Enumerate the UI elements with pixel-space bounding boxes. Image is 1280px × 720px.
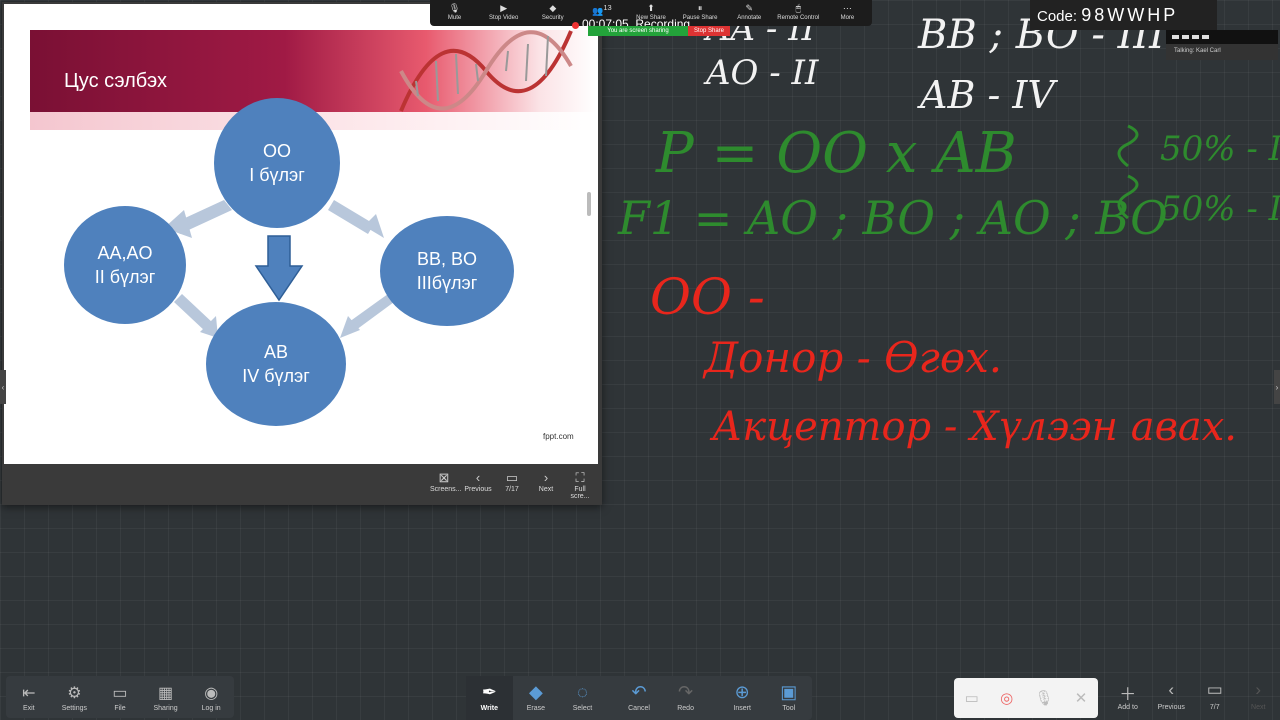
microphone-icon[interactable]: 🎙 [1034,689,1053,707]
shield-icon: ◆ [549,3,557,13]
ink-red-3: Акцептор - Хүлээн авах. [709,404,1237,450]
talking-panel: Talking: Kael Carl [1166,30,1278,60]
node-aa-ao-group-2: AA,AO II бүлэг [64,206,186,324]
grid-icon: ▦ [158,685,174,702]
next-page-button[interactable]: › Next [1237,678,1280,718]
ink-green-4: 50% - III [1160,189,1280,229]
ink-red-1: OO - [650,268,765,326]
slide-window: Цус сэлбэх OO I бүлэг AA,AO II бүлэг BB,… [2,2,602,505]
participants-icon: 👥13 [592,3,612,16]
node-bb-bo-group-3: BB, BO IIIбүлэг [380,216,514,326]
plus-icon: ＋ [1119,685,1137,704]
slide-previous-button[interactable]: ‹ Previous [464,470,492,500]
pen-icon: ✒ [481,682,497,702]
left-edge-handle[interactable]: ‹ [0,370,6,404]
remote-control-button[interactable]: 🖱 Remote Control [774,0,823,26]
toolbox-icon: ▣ [780,682,798,702]
lasso-icon: ◌ [577,682,588,702]
screen-sharing-banner: You are screen sharing [588,26,688,36]
ink-green-3: 50% - II [1160,129,1280,169]
video-camera-icon[interactable]: ▭ [965,689,979,707]
video-camera-icon: ▶ [500,3,508,13]
ink-white-4: AB - IV [917,73,1058,117]
user-icon: ◉ [204,685,219,702]
insert-button[interactable]: ⊕ Insert [719,676,766,720]
fullscreen-icon: ⛶ [575,470,585,485]
pause-icon: ⏸ [697,3,703,13]
talking-indicator: Talking: Kael Carl [1174,48,1221,54]
ellipsis-icon: ⋯ [842,3,852,13]
previous-page-button[interactable]: ‹ Previous [1150,678,1194,718]
record-stop-icon[interactable]: ◎ [1000,689,1013,707]
chevron-left-icon: ‹ [475,470,481,485]
select-tool[interactable]: ◌ Select [559,676,606,720]
recording-panel: ▭ ◎ 🎙 ✕ [954,678,1098,718]
annotate-button[interactable]: ✎ Annotate [725,0,774,26]
bottom-left-toolbar: ⇤ Exit ⚙ Settings ▭ File ▦ Sharing ◉ Log in [6,676,234,718]
ink-green-2: F1 = AO ; BO ; AO ; BO [617,191,1168,245]
slide-next-button[interactable]: › Next [532,470,560,500]
ink-green-1: P = OO x AB [655,121,1017,186]
undo-icon: ↶ [631,682,647,702]
chevron-right-icon: › [1255,680,1262,699]
node-ab-group-4: AB IV бүлэг [206,302,346,426]
drawing-toolbar: ✒ Write ◆ Erase ◌ Select ↶ Cancel ↷ Redo ⊕ Ins… [466,676,812,720]
screenshot-button[interactable]: ⊠ Screens... [430,470,462,500]
redo-button[interactable]: ↷ Redo [662,676,709,720]
mouse-icon: 🖱 [795,3,802,13]
ink-red-2: Донор - Өгөх. [702,333,1002,382]
ink-white-2: AO - II [703,53,819,93]
right-edge-handle[interactable]: › [1274,370,1280,404]
chevron-left-icon: ‹ [1168,680,1175,699]
stop-share-button[interactable]: Stop Share [688,26,730,36]
page-navigation: ＋ Add to ‹ Previous ▭ 7/7 › Next [1106,678,1280,718]
redo-icon: ↷ [678,682,694,702]
gear-icon: ⚙ [67,685,82,702]
page-indicator[interactable]: ▭ 7/7 [1193,678,1237,718]
undo-button[interactable]: ↶ Cancel [616,676,663,720]
exit-button[interactable]: ⇤ Exit [6,676,52,718]
fullscreen-button[interactable]: ⛶ Full scre... [566,470,594,500]
pages-icon: ▭ [505,470,519,485]
microphone-icon: 🎙 [448,3,461,13]
folder-icon: ▭ [112,685,128,702]
exit-icon: ⇤ [22,685,36,702]
login-button[interactable]: ◉ Log in [188,676,234,718]
view-switcher[interactable] [1166,30,1278,44]
file-button[interactable]: ▭ File [97,676,143,718]
slide: Цус сэлбэх OO I бүлэг AA,AO II бүлэг BB,… [4,4,598,464]
meeting-code: Code: 98WWHP [1030,0,1217,30]
slide-scrollbar[interactable] [587,192,591,216]
slide-controls: ⊠ Screens... ‹ Previous ▭ 7/17 › Next ⛶ Full … [430,470,594,500]
share-screen-icon: ⬆ [647,3,655,13]
close-icon[interactable]: ✕ [1075,689,1088,707]
chevron-right-icon: › [543,470,549,485]
node-oo-group-1: OO I бүлэг [214,98,340,228]
more-button[interactable]: ⋯ More [823,0,872,26]
pencil-icon: ✎ [745,3,753,13]
settings-button[interactable]: ⚙ Settings [52,676,98,718]
sharing-button[interactable]: ▦ Sharing [143,676,189,718]
pages-icon: ▭ [1206,680,1223,699]
stop-video-button[interactable]: ▶ Stop Video [479,0,528,26]
erase-tool[interactable]: ◆ Erase [513,676,560,720]
slide-page-indicator[interactable]: ▭ 7/17 [498,470,526,500]
write-tool[interactable]: ✒ Write [466,676,513,720]
add-page-button[interactable]: ＋ Add to [1106,678,1150,718]
plus-circle-icon: ⊕ [734,682,750,702]
mute-button[interactable]: 🎙 Mute [430,0,479,26]
screenshot-icon: ⊠ [438,470,450,485]
eraser-icon: ◆ [528,682,543,702]
toolbox-button[interactable]: ▣ Tool [765,676,812,720]
slide-footer: fppt.com [543,432,574,441]
